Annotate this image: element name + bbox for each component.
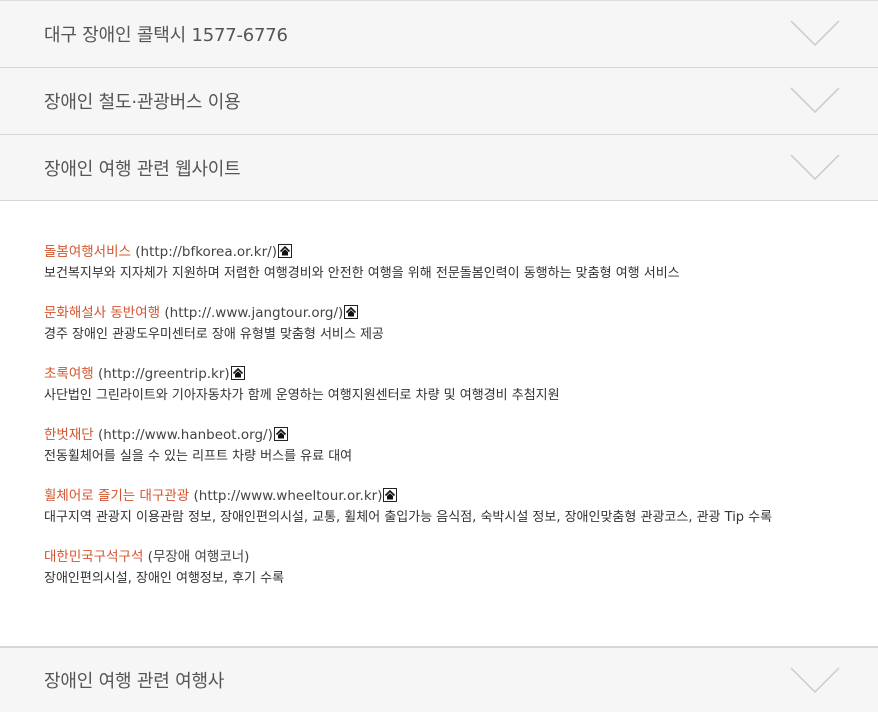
website-url: (http://.www.jangtour.org/) xyxy=(164,305,344,321)
list-item: 대한민국구석구석 (무장애 여행코너) 장애인편의시설, 장애인 여행정보, 후… xyxy=(44,546,878,590)
websites-panel: 돌봄여행서비스 (http://bfkorea.or.kr/) 보건복지부와 지… xyxy=(0,201,878,646)
website-name-link[interactable]: 문화해설사 동반여행 xyxy=(44,305,160,321)
list-item: 돌봄여행서비스 (http://bfkorea.or.kr/) 보건복지부와 지… xyxy=(44,241,878,285)
website-description: 경주 장애인 관광도우미센터로 장애 유형별 맞춤형 서비스 제공 xyxy=(44,327,384,342)
website-description: 보건복지부와 지자체가 지원하며 저렴한 여행경비와 안전한 여행을 위해 전문… xyxy=(44,266,680,281)
website-url: (http://bfkorea.or.kr/) xyxy=(135,244,277,260)
accordion-header-label: 대구 장애인 콜택시 1577-6776 xyxy=(44,25,288,46)
accordion-header-websites[interactable]: 장애인 여행 관련 웹사이트 xyxy=(0,134,878,201)
list-item: 휠체어로 즐기는 대구관광 (http://www.wheeltour.or.k… xyxy=(44,485,878,529)
website-url: (http://www.hanbeot.org/) xyxy=(97,427,273,443)
list-item: 초록여행 (http://greentrip.kr) 사단법인 그린라이트와 기… xyxy=(44,363,878,407)
accordion-header-label: 장애인 철도·관광버스 이용 xyxy=(44,92,241,113)
chevron-down-icon[interactable] xyxy=(790,85,840,115)
website-name-link[interactable]: 대한민국구석구석 xyxy=(44,549,143,565)
accordion-header-label: 장애인 여행 관련 여행사 xyxy=(44,671,225,692)
chevron-down-icon[interactable] xyxy=(790,665,840,695)
accordion-header-label: 장애인 여행 관련 웹사이트 xyxy=(44,158,241,180)
home-link-icon[interactable] xyxy=(383,488,398,502)
home-link-icon[interactable] xyxy=(273,427,288,441)
website-name-link[interactable]: 한벗재단 xyxy=(44,427,94,443)
website-url: (http://greentrip.kr) xyxy=(97,366,230,382)
website-description: 장애인편의시설, 장애인 여행정보, 후기 수록 xyxy=(44,571,285,586)
website-name-link[interactable]: 돌봄여행서비스 xyxy=(44,244,131,260)
chevron-down-icon[interactable] xyxy=(790,152,840,182)
website-description: 사단법인 그린라이트와 기아자동차가 함께 운영하는 여행지원센터로 차량 및 … xyxy=(44,388,560,403)
home-link-icon[interactable] xyxy=(277,244,292,258)
list-item: 문화해설사 동반여행 (http://.www.jangtour.org/) 경… xyxy=(44,302,878,346)
accordion: 대구 장애인 콜택시 1577-6776 장애인 철도·관광버스 이용 장애인 … xyxy=(0,0,878,712)
website-description: 대구지역 관광지 이용관람 정보, 장애인편의시설, 교통, 휠체어 출입가능 … xyxy=(44,510,773,525)
website-url: (무장애 여행코너) xyxy=(147,549,250,565)
chevron-down-icon[interactable] xyxy=(790,18,840,48)
accordion-header-rail-bus[interactable]: 장애인 철도·관광버스 이용 xyxy=(0,67,878,134)
accordion-header-call-taxi[interactable]: 대구 장애인 콜택시 1577-6776 xyxy=(0,0,878,67)
website-name-link[interactable]: 초록여행 xyxy=(44,366,94,382)
website-url: (http://www.wheeltour.or.kr) xyxy=(193,488,383,504)
home-link-icon[interactable] xyxy=(230,366,245,380)
accordion-header-travel-agencies[interactable]: 장애인 여행 관련 여행사 xyxy=(0,646,878,712)
home-link-icon[interactable] xyxy=(344,305,359,319)
website-description: 전동휠체어를 실을 수 있는 리프트 차량 버스를 유료 대여 xyxy=(44,449,353,464)
list-item: 한벗재단 (http://www.hanbeot.org/) 전동휠체어를 실을… xyxy=(44,424,878,468)
website-name-link[interactable]: 휠체어로 즐기는 대구관광 xyxy=(44,488,189,504)
